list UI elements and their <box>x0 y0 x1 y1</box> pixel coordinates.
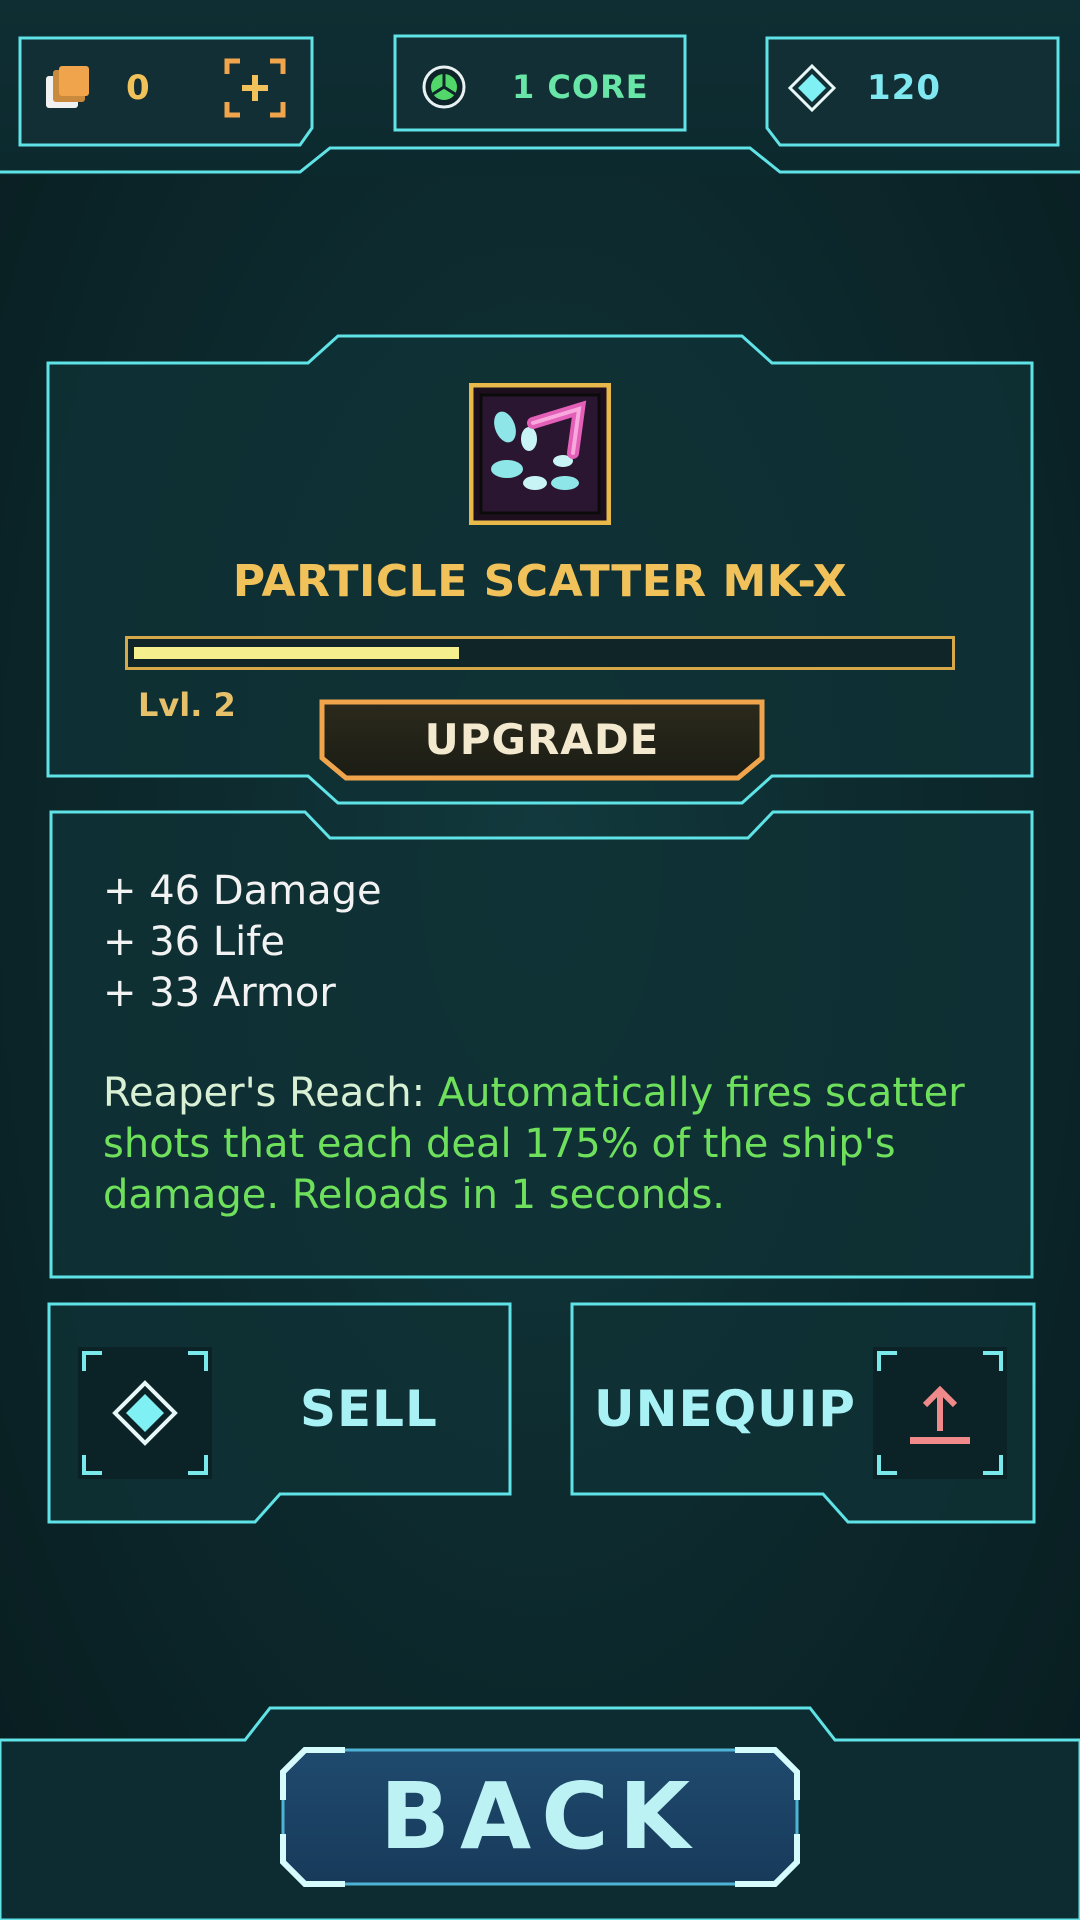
back-label: BACK <box>379 1763 701 1870</box>
bottom-bar-frame <box>0 1706 1080 1920</box>
equipment-detail-screen: 0 1 CORE 120 PARTICLE SCATTER MK-X Lvl. … <box>0 0 1080 1920</box>
